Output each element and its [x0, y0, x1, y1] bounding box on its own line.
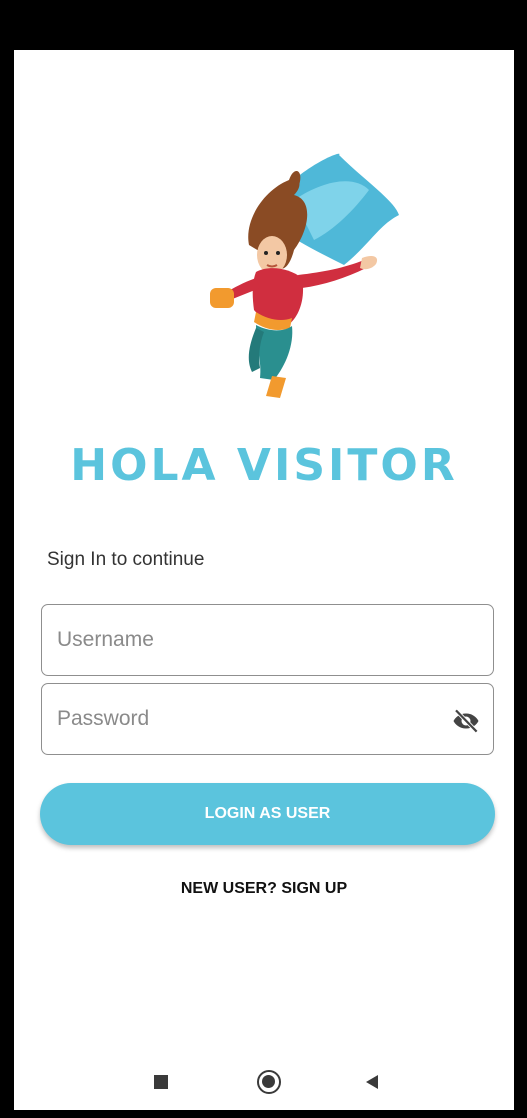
username-field[interactable] [41, 604, 494, 676]
login-as-user-button[interactable]: LOGIN AS USER [40, 783, 495, 845]
superhero-logo-icon [210, 153, 399, 398]
square-icon[interactable] [154, 1075, 168, 1089]
sign-in-subtitle: Sign In to continue [47, 549, 205, 570]
app-title: HOLA VISITOR [70, 440, 458, 491]
signup-link[interactable]: NEW USER? SIGN UP [14, 880, 514, 898]
username-input[interactable] [57, 620, 427, 660]
password-input[interactable] [57, 699, 427, 739]
password-field[interactable] [41, 683, 494, 755]
circle-icon[interactable] [257, 1070, 281, 1094]
system-navigation-bar [14, 1060, 514, 1104]
eye-off-icon[interactable] [451, 706, 481, 736]
app-screen: HOLA VISITOR Sign In to continue LOGIN A… [14, 50, 514, 1110]
triangle-left-icon[interactable] [366, 1075, 378, 1089]
